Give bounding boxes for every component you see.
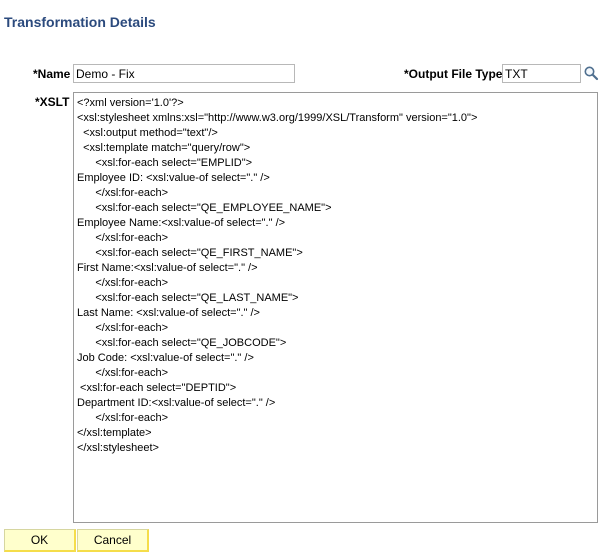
- name-input[interactable]: [73, 64, 295, 83]
- cancel-button[interactable]: Cancel: [77, 529, 149, 552]
- xslt-textarea[interactable]: <?xml version='1.0'?> <xsl:stylesheet xm…: [73, 92, 598, 523]
- ok-button[interactable]: OK: [4, 529, 76, 552]
- xslt-label: *XSLT: [35, 95, 70, 109]
- output-file-type-label: *Output File Type: [404, 67, 503, 81]
- name-label: *Name: [33, 67, 71, 81]
- page-title: Transformation Details: [4, 14, 156, 30]
- transformation-details-page: Transformation Details *Name *Output Fil…: [0, 0, 606, 559]
- magnifier-icon[interactable]: [583, 65, 599, 81]
- output-file-type-input[interactable]: [502, 64, 581, 83]
